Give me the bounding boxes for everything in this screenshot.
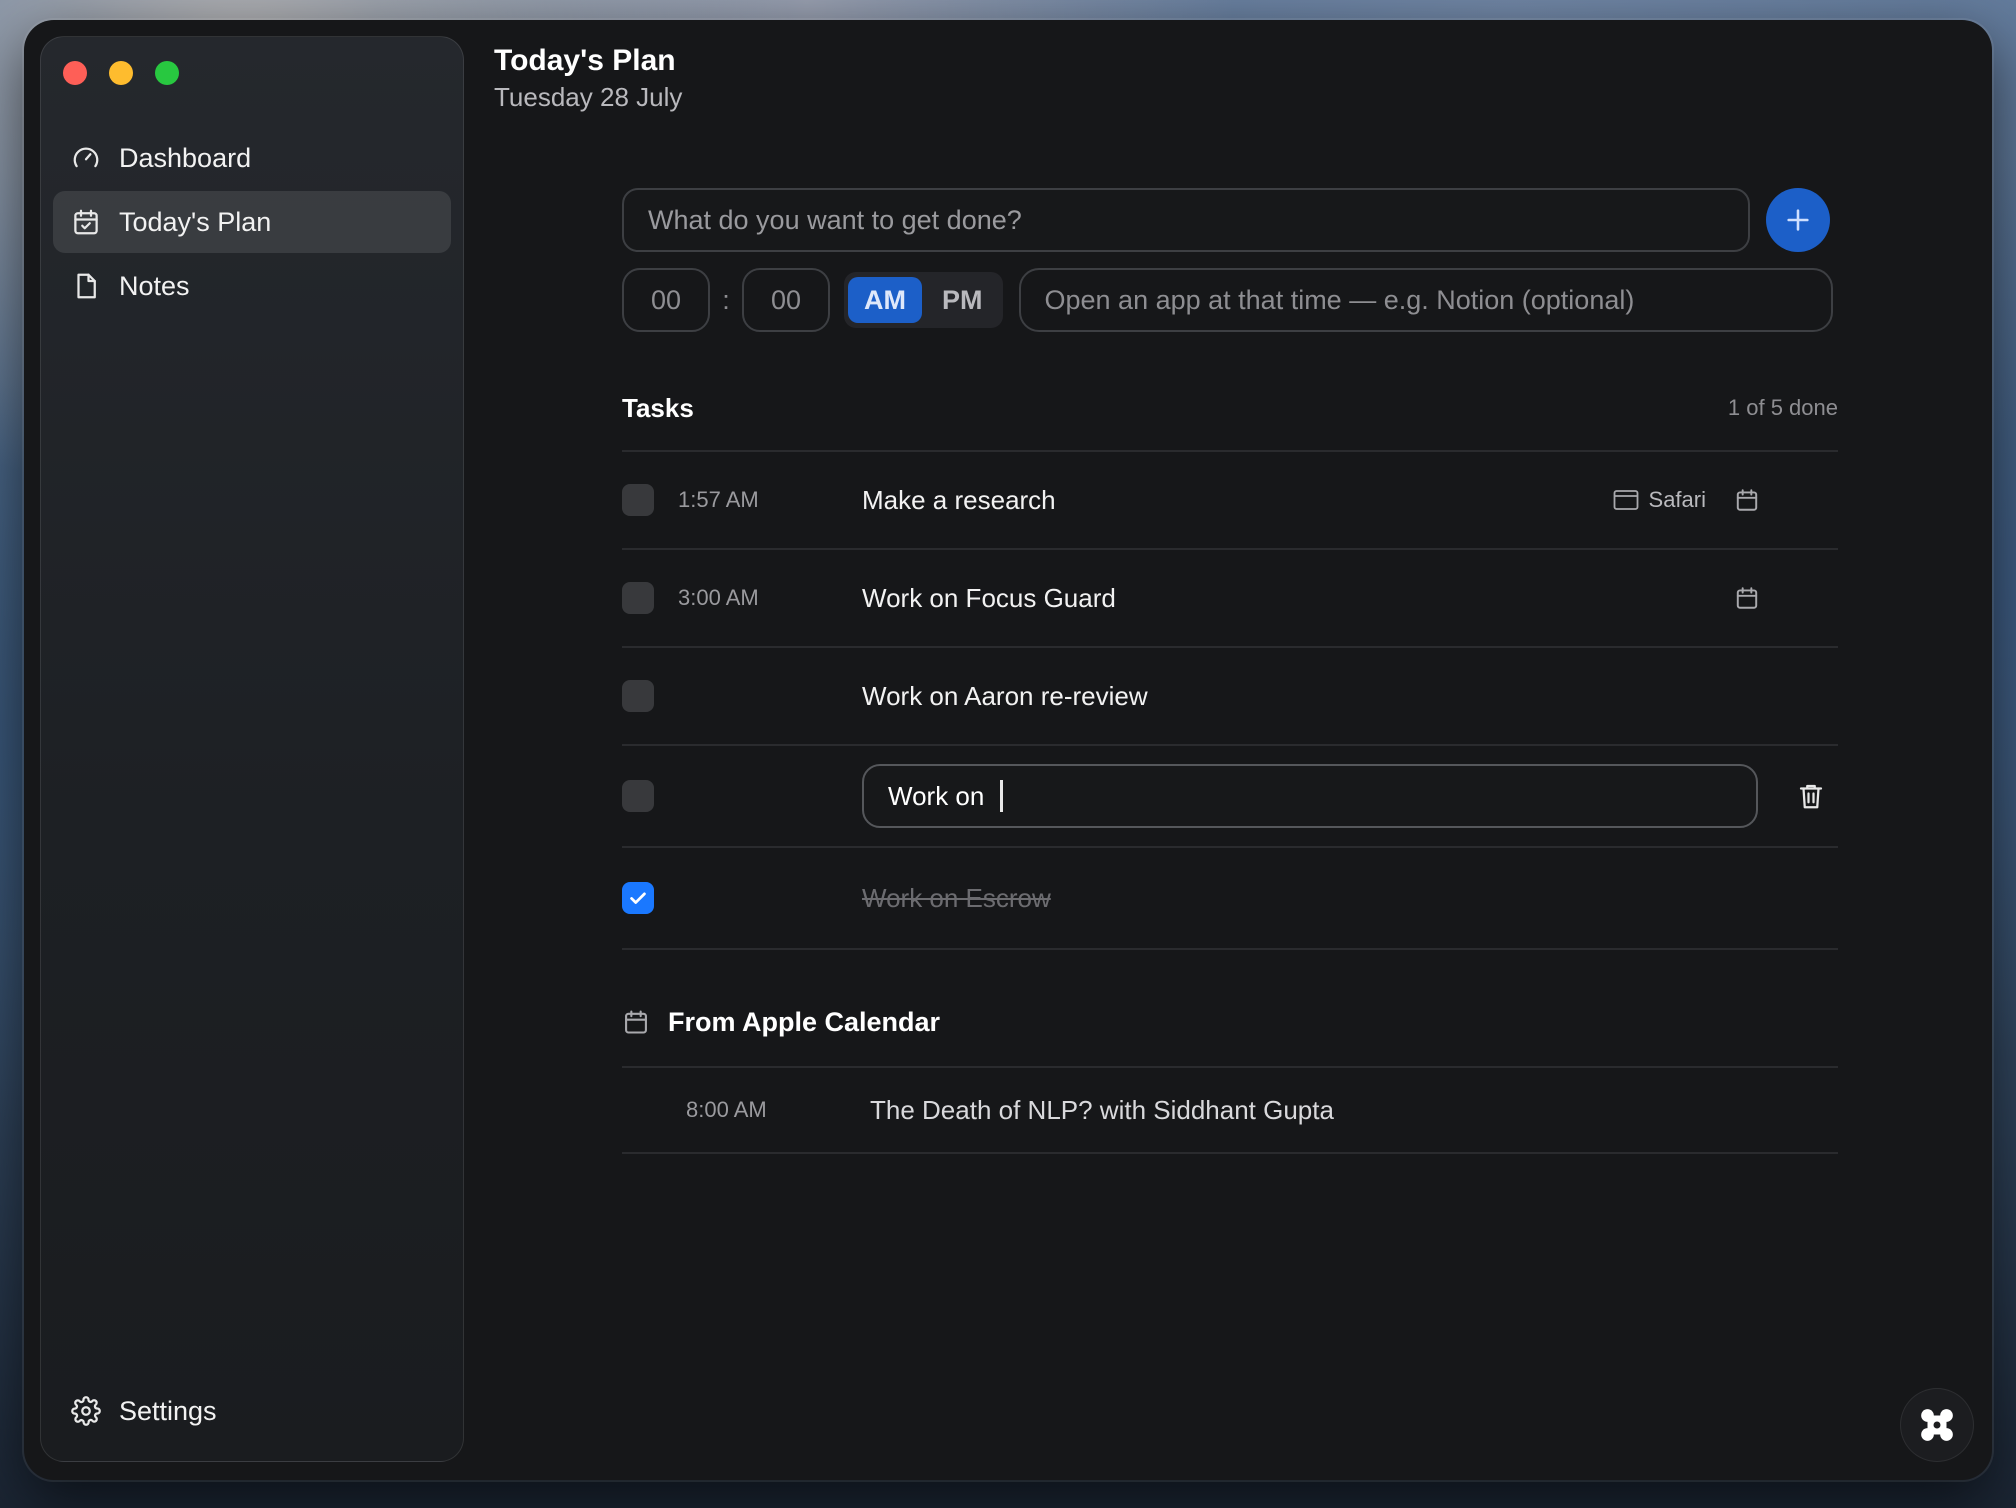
sidebar: Dashboard Today's Plan Notes Settings [40, 36, 464, 1462]
page-title: Today's Plan [494, 44, 676, 77]
task-title[interactable]: Work on Aaron re-review [862, 681, 1148, 712]
sidebar-nav: Dashboard Today's Plan Notes [53, 127, 451, 319]
task-row: Work on Escrow [622, 848, 1838, 950]
task-checkbox-checked[interactable] [622, 882, 654, 914]
task-checkbox[interactable] [622, 780, 654, 812]
checkmark-icon [630, 892, 646, 904]
pm-button[interactable]: PM [926, 277, 999, 323]
document-icon [77, 273, 96, 299]
task-app-name: Safari [1648, 487, 1706, 512]
window-controls [63, 61, 179, 85]
calendar-check-icon [74, 209, 98, 235]
settings-label: Settings [119, 1395, 217, 1426]
maximize-window-button[interactable] [155, 61, 179, 85]
open-app-placeholder: Open an app at that time — e.g. Notion (… [1044, 284, 1635, 315]
tasks-title: Tasks [622, 392, 694, 423]
sidebar-item-label: Notes [119, 270, 190, 301]
calendar-icon [625, 1010, 647, 1034]
add-task-button[interactable] [1766, 188, 1830, 252]
task-app: Safari [1613, 487, 1706, 513]
am-pm-toggle: AM PM [844, 272, 1003, 328]
trash-icon[interactable] [1796, 781, 1826, 811]
minute-placeholder: 00 [770, 284, 802, 315]
event-title: The Death of NLP? with Siddhant Gupta [870, 1094, 1334, 1125]
close-window-button[interactable] [63, 61, 87, 85]
app-window: Dashboard Today's Plan Notes Settings To… [24, 20, 1992, 1480]
sidebar-item-label: Today's Plan [119, 206, 272, 237]
command-icon [1921, 1409, 1953, 1441]
task-time: 3:00 AM [678, 585, 759, 610]
minute-input[interactable]: 00 [742, 268, 830, 332]
task-row: 1:57 AM Make a research Safari [622, 452, 1838, 550]
task-title[interactable]: Work on Escrow [862, 883, 1051, 914]
focus-mode-button[interactable] [1900, 1388, 1974, 1462]
task-row: Work on Aaron re-review [622, 648, 1838, 746]
time-separator: : [722, 284, 730, 315]
time-row: 00 : 00 AM PM Open an app at that time —… [622, 268, 1838, 332]
calendar-section-header: From Apple Calendar [622, 1002, 1838, 1068]
sidebar-item-todays-plan[interactable]: Today's Plan [53, 191, 451, 253]
new-task-placeholder: What do you want to get done? [648, 204, 1022, 235]
task-title[interactable]: Work on Focus Guard [862, 583, 1116, 614]
new-task-input[interactable]: What do you want to get done? [622, 188, 1750, 252]
task-edit-input[interactable]: Work on [862, 764, 1758, 828]
hour-placeholder: 00 [650, 284, 682, 315]
task-checkbox[interactable] [622, 680, 654, 712]
task-edit-value: Work on [888, 780, 992, 811]
task-time: 1:57 AM [678, 487, 759, 512]
main-content: What do you want to get done? 00 : 00 AM… [622, 188, 1838, 1154]
calendar-section-title: From Apple Calendar [668, 1006, 941, 1037]
page-date: Tuesday 28 July [494, 82, 683, 112]
add-to-calendar-icon[interactable] [1734, 487, 1760, 513]
app-window-icon [1613, 490, 1638, 510]
calendar-event-row: 8:00 AM The Death of NLP? with Siddhant … [622, 1068, 1838, 1154]
minimize-window-button[interactable] [109, 61, 133, 85]
sidebar-item-settings[interactable]: Settings [71, 1381, 217, 1441]
gauge-icon [73, 147, 99, 168]
new-task-row: What do you want to get done? [622, 188, 1838, 252]
task-row-editing: Work on [622, 746, 1838, 848]
text-caret [999, 780, 1003, 812]
sidebar-item-label: Dashboard [119, 142, 252, 173]
add-to-calendar-icon[interactable] [1734, 585, 1760, 611]
am-button[interactable]: AM [848, 277, 922, 323]
gear-icon [71, 1396, 101, 1426]
sidebar-item-dashboard[interactable]: Dashboard [53, 127, 451, 189]
event-time: 8:00 AM [686, 1097, 767, 1122]
sidebar-item-notes[interactable]: Notes [53, 255, 451, 317]
task-title[interactable]: Make a research [862, 485, 1056, 516]
task-checkbox[interactable] [622, 582, 654, 614]
task-row: 3:00 AM Work on Focus Guard [622, 550, 1838, 648]
open-app-input[interactable]: Open an app at that time — e.g. Notion (… [1018, 268, 1833, 332]
tasks-header: Tasks 1 of 5 done [622, 388, 1838, 452]
task-checkbox[interactable] [622, 484, 654, 516]
plus-icon [1787, 209, 1809, 231]
hour-input[interactable]: 00 [622, 268, 710, 332]
tasks-count: 1 of 5 done [1727, 395, 1838, 420]
